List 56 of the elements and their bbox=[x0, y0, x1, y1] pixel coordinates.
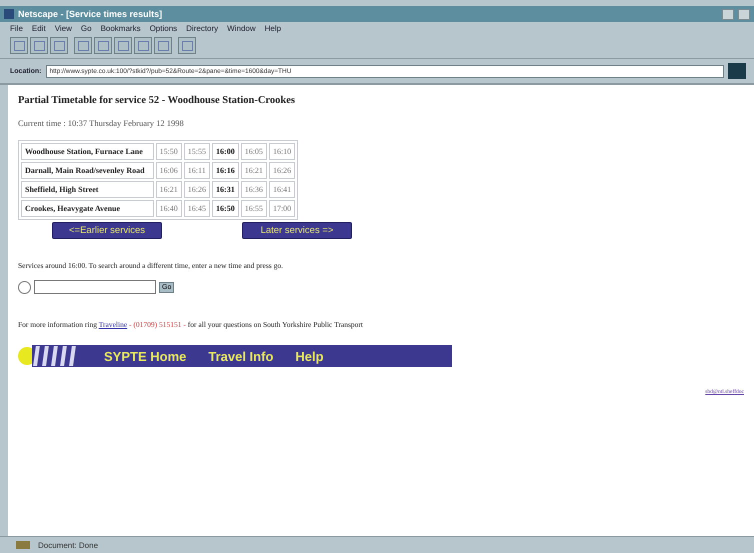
menu-item[interactable]: File bbox=[10, 24, 23, 33]
table-cell: 16:11 bbox=[184, 162, 210, 179]
menu-item[interactable]: Go bbox=[80, 24, 92, 33]
current-time: Current time : 10:37 Thursday February 12 1998 bbox=[18, 118, 185, 128]
nav-link[interactable]: Help bbox=[295, 348, 324, 364]
menu-item[interactable]: Bookmarks bbox=[100, 24, 141, 33]
clock-icon bbox=[18, 280, 31, 294]
table-cell: 16:55 bbox=[240, 200, 267, 217]
toolbar-button[interactable] bbox=[94, 37, 112, 54]
page-heading: Partial Timetable for service 52 - Woodhouse Station-Crookes bbox=[18, 95, 296, 106]
time-input-field[interactable] bbox=[34, 280, 156, 294]
table-cell: Woodhouse Station, Furnace Lane bbox=[21, 143, 154, 160]
table-cell: 17:00 bbox=[268, 200, 296, 217]
menu-item[interactable]: Options bbox=[150, 24, 178, 33]
minimize-button[interactable] bbox=[722, 8, 734, 20]
table-cell: 16:50 bbox=[212, 200, 239, 217]
table-cell: 16:21 bbox=[240, 162, 267, 179]
menu-item[interactable]: Help bbox=[264, 24, 282, 33]
app-icon bbox=[4, 9, 14, 19]
toolbar-button[interactable] bbox=[74, 37, 92, 54]
toolbar-button[interactable] bbox=[50, 37, 68, 54]
window-title: Netscape - [Service times results] bbox=[18, 9, 162, 19]
nav-link[interactable]: Travel Info bbox=[208, 348, 274, 364]
toolbar-button[interactable] bbox=[134, 37, 152, 54]
maximize-button[interactable] bbox=[738, 8, 750, 20]
menu-item[interactable]: Directory bbox=[186, 24, 218, 33]
table-cell: Darnall, Main Road/sevenley Road bbox=[21, 162, 154, 179]
table-cell: 15:55 bbox=[184, 143, 210, 160]
table-cell: 16:16 bbox=[212, 162, 239, 179]
later-services-button[interactable]: Later services => bbox=[242, 222, 352, 239]
table-cell: 16:26 bbox=[184, 181, 210, 198]
menu-item[interactable]: Edit bbox=[32, 24, 46, 33]
menu-item[interactable]: Window bbox=[227, 24, 256, 33]
table-cell: 16:40 bbox=[156, 200, 182, 217]
table-cell: 16:26 bbox=[268, 162, 296, 179]
toolbar-button[interactable] bbox=[178, 37, 196, 54]
table-cell: 16:41 bbox=[268, 181, 296, 198]
table-cell: 16:05 bbox=[240, 143, 267, 160]
table-cell: 15:50 bbox=[156, 143, 182, 160]
toolbar-button[interactable] bbox=[154, 37, 172, 54]
earlier-services-button[interactable]: <=Earlier services bbox=[52, 222, 162, 239]
table-cell: 16:36 bbox=[240, 181, 267, 198]
table-cell: 16:06 bbox=[156, 162, 182, 179]
table-cell: Sheffield, High Street bbox=[21, 181, 154, 198]
table-cell: 16:21 bbox=[156, 181, 182, 198]
table-cell: 16:31 bbox=[212, 181, 239, 198]
status-text: Document: Done bbox=[38, 540, 98, 550]
toolbar-button[interactable] bbox=[30, 37, 48, 54]
toolbar-button[interactable] bbox=[114, 37, 132, 54]
table-cell: 16:10 bbox=[268, 143, 296, 160]
menu-item[interactable]: View bbox=[54, 24, 72, 33]
toolbar-button[interactable] bbox=[10, 37, 28, 54]
nav-link[interactable]: SYPTE Home bbox=[104, 348, 186, 364]
table-cell: 16:45 bbox=[184, 200, 210, 217]
table-cell: Crookes, Heavygate Avenue bbox=[21, 200, 154, 217]
table-cell: 16:00 bbox=[212, 143, 239, 160]
